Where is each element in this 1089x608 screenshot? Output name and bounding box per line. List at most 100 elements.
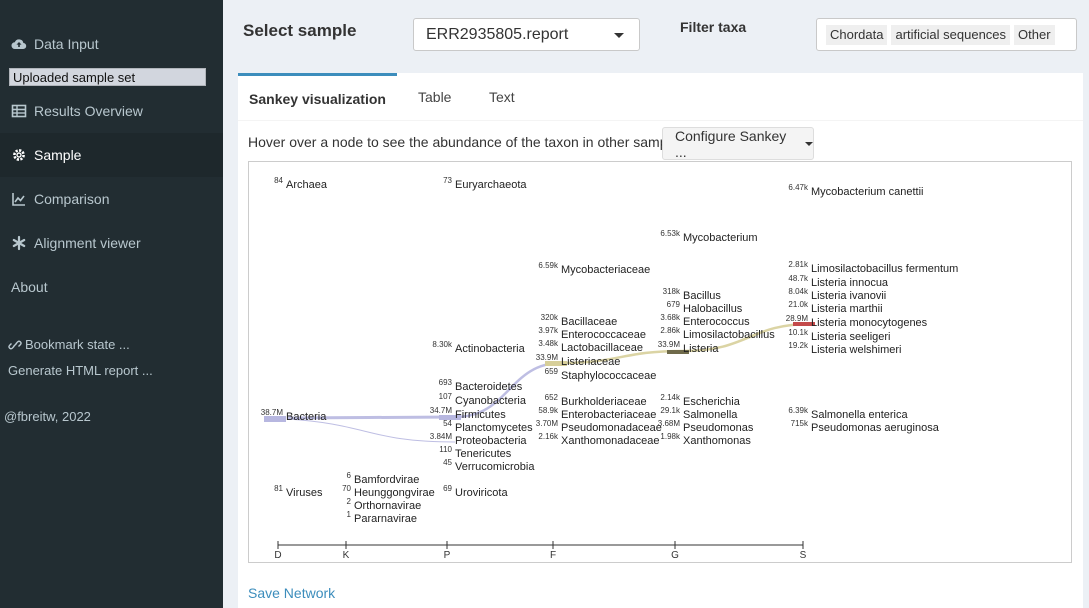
sankey-node-count: 69 [443,484,452,493]
sankey-node-label[interactable]: Bacillaceae [561,316,617,328]
sankey-node-label[interactable]: Halobacillus [683,303,743,315]
credit-text: @fbreitw, 2022 [4,409,91,424]
sankey-node-label[interactable]: Pararnavirae [354,513,417,525]
sankey-node-label[interactable]: Verrucomicrobia [455,461,535,473]
sankey-node-label[interactable]: Firmicutes [455,409,506,421]
sankey-node-count: 715k [791,419,809,428]
sample-select[interactable]: ERR2935805.report [413,18,640,51]
sankey-node-label[interactable]: Bacteroidetes [455,381,523,393]
sankey-node-label[interactable]: Tenericutes [455,448,512,460]
sankey-node-count: 10.1k [788,328,809,337]
sankey-node-label[interactable]: Bamfordvirae [354,474,419,486]
sankey-node-label[interactable]: Pseudomonas aeruginosa [811,422,940,434]
sankey-node-label[interactable]: Uroviricota [455,487,508,499]
sankey-node-label[interactable]: Planctomycetes [455,422,533,434]
sankey-node-count: 3.48k [538,339,559,348]
sankey-node-label[interactable]: Cyanobacteria [455,395,527,407]
sankey-node-label[interactable]: Heunggongvirae [354,487,435,499]
sankey-node-label[interactable]: Burkholderiaceae [561,396,647,408]
configure-sankey-button[interactable]: Configure Sankey ... [662,127,814,160]
sankey-node-label[interactable]: Mycobacteriaceae [561,264,650,276]
nav-comparison[interactable]: Comparison [0,177,223,221]
sankey-node-label[interactable]: Listeria ivanovii [811,290,886,302]
nav-sample-label: Sample [34,147,82,163]
sankey-node-count: 652 [545,393,559,402]
sankey-node-label[interactable]: Listeria monocytogenes [811,317,928,329]
sankey-node-label[interactable]: Enterococcaceae [561,329,646,341]
nav-results-overview-label: Results Overview [34,103,143,119]
sankey-node-count: 3.68k [660,313,681,322]
sankey-node-label[interactable]: Limosilactobacillus fermentum [811,263,958,275]
sankey-node-count: 38.7M [261,408,284,417]
sankey-node-label[interactable]: Pseudomonadaceae [561,422,662,434]
sankey-node-label[interactable]: Escherichia [683,396,741,408]
sankey-node-label[interactable]: Listeria seeligeri [811,331,890,343]
sankey-node-count: 6.59k [538,261,559,270]
sankey-node-count: 81 [274,484,283,493]
sankey-node-label[interactable]: Mycobacterium [683,232,758,244]
gear-icon [11,147,27,163]
save-network-link[interactable]: Save Network [248,585,335,601]
sankey-node-label[interactable]: Listeria marthii [811,303,883,315]
sankey-node-count: 21.0k [788,300,809,309]
sankey-node-count: 6.47k [788,183,809,192]
sankey-node-count: 3.68M [658,419,681,428]
sankey-node-label[interactable]: Pseudomonas [683,422,754,434]
sankey-node-label[interactable]: Listeria welshimeri [811,344,901,356]
sankey-node-count: 84 [274,176,283,185]
sankey-node-label[interactable]: Enterococcus [683,316,750,328]
sankey-node-label[interactable]: Salmonella enterica [811,409,908,421]
nav-alignment-viewer-label: Alignment viewer [34,235,141,251]
sankey-diagram[interactable]: 84 Archaea 38.7M Bacteria 81 Viruses 6 Bamfordv… [248,161,1072,563]
sankey-node-count: 28.9M [786,314,809,323]
sankey-node-label[interactable]: Lactobacillaceae [561,342,643,354]
sankey-node-label[interactable]: Staphylococcaceae [561,370,656,382]
sankey-node-count: 2.16k [538,432,559,441]
sankey-node-label[interactable]: Listeria [683,343,719,355]
bookmark-state-link[interactable]: Bookmark state ... [8,337,130,352]
sankey-node-count: 6.39k [788,406,809,415]
sankey-node-label[interactable]: Proteobacteria [455,435,527,447]
sankey-node-label[interactable]: Orthornavirae [354,500,421,512]
nav-alignment-viewer[interactable]: Alignment viewer [0,221,223,265]
filter-chip[interactable]: Other [1014,25,1055,45]
filter-chip[interactable]: artificial sequences [891,25,1011,45]
sankey-node-label[interactable]: Euryarchaeota [455,179,527,191]
sankey-node-label[interactable]: Bacteria [286,411,327,423]
sankey-node-label[interactable]: Mycobacterium canettii [811,186,924,198]
sankey-node-count: 45 [443,458,452,467]
sankey-node-count: 48.7k [788,274,809,283]
sankey-svg: 84 Archaea 38.7M Bacteria 81 Viruses 6 Bamfordv… [261,176,959,561]
sankey-node-label[interactable]: Limosilactobacillus [683,329,775,341]
nav-data-input-label: Data Input [34,36,99,52]
tab-table[interactable]: Table [418,73,451,121]
hover-hint: Hover over a node to see the abundance o… [248,134,690,150]
bookmark-state-label: Bookmark state ... [25,337,130,352]
sankey-node-count: 33.9M [658,340,681,349]
nav-sample[interactable]: Sample [0,133,223,177]
sankey-node-count: 1 [347,510,352,519]
sankey-node-count: 320k [541,313,559,322]
sample-select-value: ERR2935805.report [426,25,569,43]
sankey-node-label[interactable]: Xanthomonas [683,435,751,447]
nav-data-input[interactable]: Data Input [0,22,223,66]
sankey-node-count: 58.9k [538,406,559,415]
sankey-node-count: 29.1k [660,406,681,415]
sankey-node-label[interactable]: Viruses [286,487,323,499]
nav-about[interactable]: About [0,265,223,309]
sample-set-selector[interactable]: Uploaded sample set [9,68,206,86]
sankey-node-label[interactable]: Archaea [286,179,328,191]
sankey-node-label[interactable]: Listeriaceae [561,356,620,368]
tab-text[interactable]: Text [489,73,515,121]
sankey-node-label[interactable]: Bacillus [683,290,721,302]
sankey-node-label[interactable]: Actinobacteria [455,343,526,355]
sankey-node-label[interactable]: Listeria innocua [811,277,889,289]
generate-html-report-link[interactable]: Generate HTML report ... [8,363,153,378]
filter-taxa-input[interactable]: Chordata artificial sequences Other [816,18,1077,51]
tab-sankey[interactable]: Sankey visualization [238,73,397,121]
sankey-node-label[interactable]: Salmonella [683,409,738,421]
sankey-node-label[interactable]: Enterobacteriaceae [561,409,656,421]
sankey-node-label[interactable]: Xanthomonadaceae [561,435,659,447]
nav-results-overview[interactable]: Results Overview [0,89,223,133]
filter-chip[interactable]: Chordata [826,25,888,45]
